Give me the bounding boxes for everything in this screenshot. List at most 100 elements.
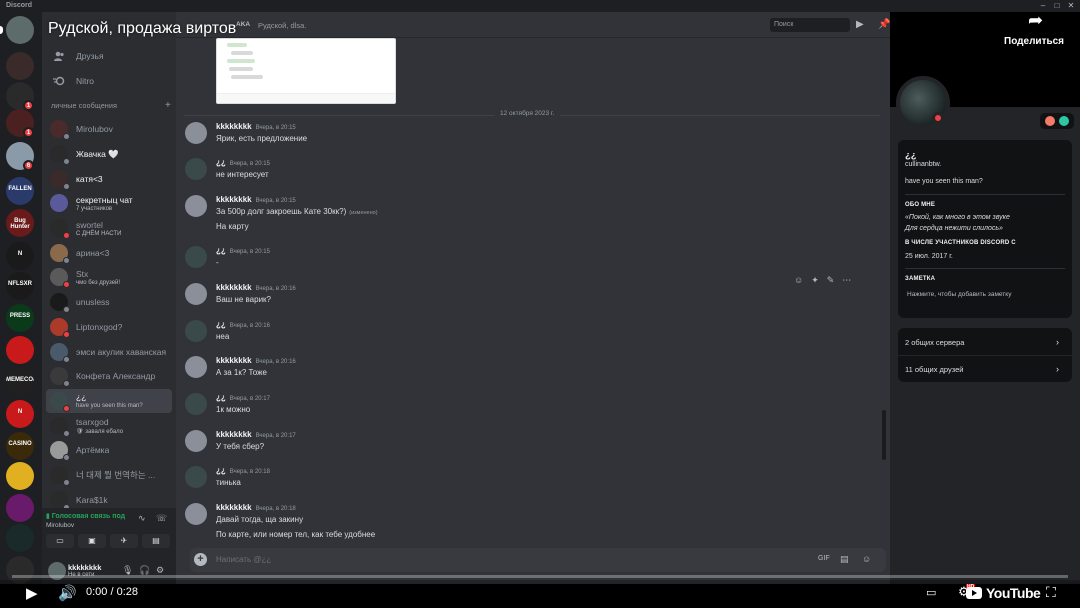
composer-input[interactable]: Написать @¿¿ [216,555,271,564]
author-name[interactable]: kkkkkkkk [216,122,252,131]
dm-item[interactable]: арина<3 [46,240,172,265]
author-name[interactable]: kkkkkkkk [216,356,252,365]
message-avatar[interactable] [185,283,207,305]
dm-item[interactable]: tsarxgod 🛡 заваля ебало [46,413,172,438]
message-author[interactable]: kkkkkkkk Вчера, в 20:18 [216,503,296,512]
youtube-wordmark[interactable]: YouTube [986,585,1041,601]
activity-button[interactable]: ✈ [110,534,138,548]
super-reaction-icon[interactable]: ✦ [811,275,819,286]
add-reaction-icon[interactable]: ☺ [794,275,803,286]
image-embed[interactable] [216,38,396,104]
pin-icon[interactable]: 📌 [878,19,890,30]
progress-bar[interactable] [12,575,1068,578]
chat-scrollbar[interactable] [882,410,886,460]
disconnect-icon[interactable]: ☏ [156,513,167,524]
server-icon[interactable] [6,462,34,490]
server-icon[interactable] [6,52,34,80]
author-name[interactable]: kkkkkkkk [216,503,252,512]
server-icon[interactable]: MEMECOIN [6,368,34,396]
mutual-friends-link[interactable]: 11 общих друзей [905,365,963,374]
dm-item[interactable]: Stx чмо без друзей! [46,265,172,290]
play-icon[interactable]: ▶ [26,584,38,602]
dm-item[interactable]: Жвачка 🤍 [46,142,172,167]
camera-button[interactable]: ▭ [46,534,74,548]
soundboard-button[interactable]: ▤ [142,534,170,548]
message-author[interactable]: ¿¿ Вчера, в 20:18 [216,466,270,475]
dm-item[interactable]: Артёмка [46,438,172,463]
message-avatar[interactable] [185,122,207,144]
dm-item[interactable]: unusless [46,290,172,315]
message-avatar[interactable] [185,430,207,452]
message-avatar[interactable] [185,195,207,217]
server-icon[interactable] [6,524,34,552]
author-name[interactable]: ¿¿ [216,320,226,329]
noise-suppression-icon[interactable]: ∿ [138,513,146,524]
sticker-icon[interactable]: ▤ [840,554,849,565]
emoji-icon[interactable]: ☺ [862,554,871,564]
dm-item[interactable]: Mirolubov [46,117,172,142]
youtube-logo-icon[interactable] [966,587,982,599]
message-author[interactable]: ¿¿ Вчера, в 20:16 [216,320,270,329]
nitro-badge-icon[interactable] [1059,116,1069,126]
search-input[interactable]: Поиск [770,18,850,32]
dm-item[interactable]: swortel С ДНЁМ НАСТИ [46,216,172,241]
share-label[interactable]: Поделиться [1004,36,1064,47]
share-arrow-icon[interactable]: ➦ [1028,10,1043,31]
server-icon[interactable] [6,16,34,44]
create-dm-button[interactable]: + [165,100,171,111]
server-icon[interactable]: PRESS [6,304,34,332]
author-name[interactable]: ¿¿ [216,466,226,475]
author-name[interactable]: ¿¿ [216,393,226,402]
volume-icon[interactable]: 🔊 [58,584,77,602]
message-avatar[interactable] [185,246,207,268]
dm-item[interactable]: секретныц чат 7 участников [46,191,172,216]
message-avatar[interactable] [185,393,207,415]
message-avatar[interactable] [185,466,207,488]
server-icon[interactable]: N [6,242,34,270]
author-name[interactable]: kkkkkkkk [216,430,252,439]
video-title[interactable]: Рудской, продажа виртов [48,20,236,38]
mutual-servers-link[interactable]: 2 общих сервера [905,338,964,347]
gif-icon[interactable]: GIF [818,555,830,562]
author-name[interactable]: ¿¿ [216,158,226,167]
author-name[interactable]: kkkkkkkk [216,283,252,292]
dm-item[interactable]: Liptonxgod? [46,315,172,340]
edit-icon[interactable]: ✎ [827,275,835,286]
dm-item[interactable]: 너 대제 뭘 번역하는 ... [46,463,172,488]
message-author[interactable]: kkkkkkkk Вчера, в 20:16 [216,283,296,292]
attach-plus-icon[interactable]: + [194,553,207,566]
hypesquad-badge-icon[interactable] [1045,116,1055,126]
server-icon[interactable]: FALLEN [6,177,34,205]
screen-share-button[interactable]: ▣ [78,534,106,548]
friends-nav-item[interactable]: Друзья [48,45,170,67]
more-options-icon[interactable]: ⋯ [842,275,851,286]
nitro-nav-item[interactable]: Nitro [48,70,170,92]
fullscreen-icon[interactable]: ⛶ [1046,584,1056,601]
message-composer[interactable]: + Написать @¿¿ GIF ▤ ☺ [190,548,886,572]
message-author[interactable]: ¿¿ Вчера, в 20:17 [216,393,270,402]
close-icon[interactable]: ✕ [1066,1,1076,11]
message-author[interactable]: kkkkkkkk Вчера, в 20:16 [216,356,296,365]
server-icon[interactable] [6,336,34,364]
message-avatar[interactable] [185,503,207,525]
dm-item[interactable]: Конфета Александр [46,364,172,389]
note-input[interactable]: Нажмите, чтобы добавить заметку [907,291,1011,298]
message-author[interactable]: kkkkkkkk Вчера, в 20:17 [216,430,296,439]
message-avatar[interactable] [185,320,207,342]
subtitles-icon[interactable]: ▭ [926,586,936,599]
server-icon[interactable]: Bug Hunter [6,209,34,237]
server-icon[interactable]: CASINO [6,432,34,460]
dm-item[interactable]: эмси акулик хаванская [46,339,172,364]
message-author[interactable]: ¿¿ Вчера, в 20:15 [216,246,270,255]
dm-item[interactable]: ¿¿ have you seen this man? [46,388,172,414]
message-author[interactable]: kkkkkkkk Вчера, в 20:15 [216,122,296,131]
author-name[interactable]: ¿¿ [216,246,226,255]
message-avatar[interactable] [185,158,207,180]
server-icon[interactable] [6,494,34,522]
server-icon[interactable]: NFLSXR [6,272,34,300]
author-name[interactable]: kkkkkkkk [216,195,252,204]
dm-item[interactable]: катя<3 [46,166,172,191]
maximize-icon[interactable]: □ [1052,1,1062,11]
message-avatar[interactable] [185,356,207,378]
message-author[interactable]: ¿¿ Вчера, в 20:15 [216,158,270,167]
